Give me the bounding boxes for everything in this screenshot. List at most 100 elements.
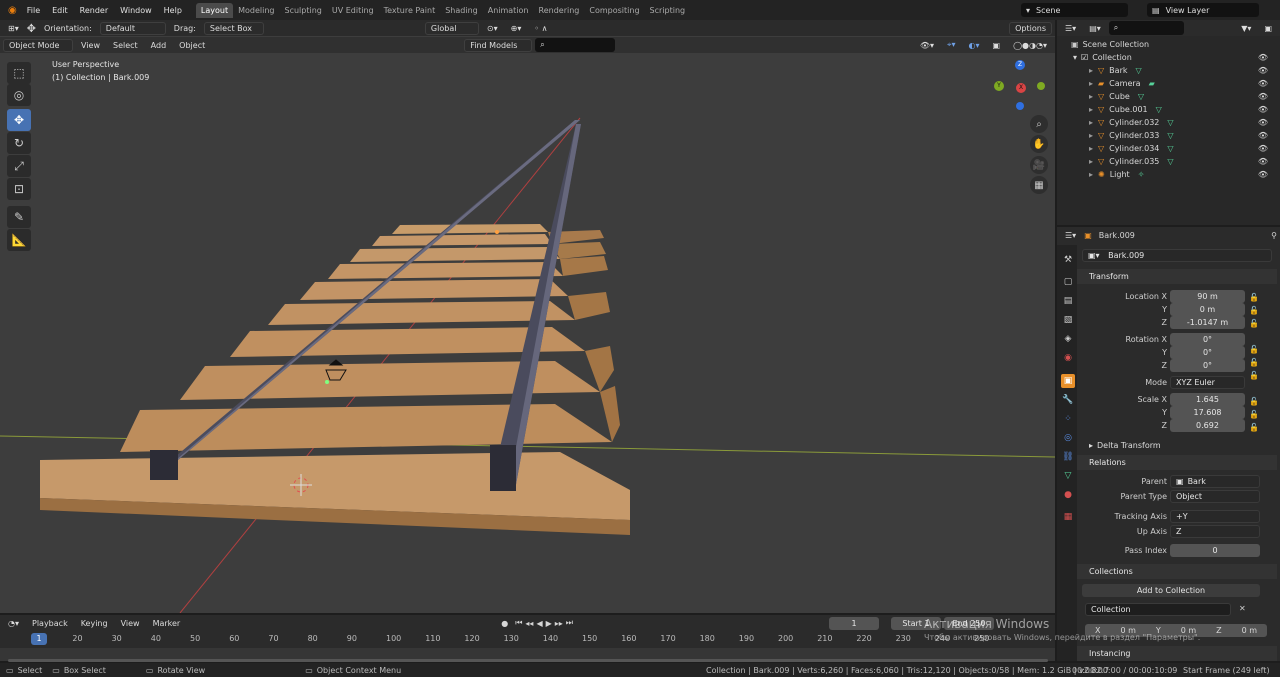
collection-checkbox[interactable]: ☑: [1081, 53, 1088, 62]
relations-section-header[interactable]: Relations: [1077, 455, 1277, 470]
eye-icon[interactable]: 👁: [1258, 157, 1268, 166]
frame-ruler[interactable]: 1102030405060708090100110120130140150160…: [0, 632, 1055, 646]
lock-icons[interactable]: 🔓 🔓 🔓 🔓 🔓 🔓 🔓 🔓 🔓: [1249, 291, 1259, 434]
eye-icon[interactable]: 👁: [1258, 144, 1268, 153]
eye-icon[interactable]: 👁: [1258, 170, 1268, 179]
up-axis-dropdown[interactable]: Z: [1170, 525, 1260, 538]
eye-icon[interactable]: 👁: [1258, 79, 1268, 88]
tool-annotate-icon[interactable]: ✎: [7, 206, 31, 228]
camera-view-icon[interactable]: 🎥: [1030, 156, 1048, 174]
texture-tab-icon[interactable]: ▦: [1061, 510, 1075, 524]
tool-rotate-icon[interactable]: ↻: [7, 132, 31, 154]
current-frame-field[interactable]: 1: [828, 616, 879, 630]
menu-timeline-view[interactable]: View: [116, 618, 145, 629]
location-z-field[interactable]: -1.0147 m: [1170, 316, 1245, 329]
particles-tab-icon[interactable]: ⁘: [1061, 412, 1075, 426]
gizmo-y[interactable]: Y: [994, 81, 1004, 91]
play-reverse-icon[interactable]: ◀: [536, 619, 542, 628]
data-tab-icon[interactable]: ▽: [1061, 469, 1075, 483]
gizmo-neg-z[interactable]: [1016, 102, 1024, 110]
rotation-x-field[interactable]: 0°: [1170, 333, 1245, 346]
pass-index-field[interactable]: 0: [1170, 544, 1260, 557]
menu-help[interactable]: Help: [158, 6, 188, 15]
tab-modeling[interactable]: Modeling: [233, 3, 279, 18]
scale-x-field[interactable]: 1.645: [1170, 393, 1245, 406]
eye-icon[interactable]: 👁: [1258, 66, 1268, 75]
new-collection-icon[interactable]: ▣: [1259, 23, 1277, 34]
tool-cursor-icon[interactable]: ◎: [7, 84, 31, 106]
outliner-item[interactable]: ▸ ▽ Cylinder.032 ▽ 👁: [1057, 116, 1280, 129]
outliner-item[interactable]: ▸ ✺ Light ✧ 👁: [1057, 168, 1280, 181]
zoom-icon[interactable]: ⌕: [1030, 115, 1048, 133]
outliner-scene-collection[interactable]: ▣ Scene Collection: [1057, 38, 1280, 51]
physics-tab-icon[interactable]: ◎: [1061, 431, 1075, 445]
parent-field[interactable]: ▣ Bark: [1170, 475, 1260, 488]
gizmo-neg-y[interactable]: [1037, 82, 1045, 90]
tab-texture-paint[interactable]: Texture Paint: [379, 3, 441, 18]
location-y-field[interactable]: 0 m: [1170, 303, 1245, 316]
jump-start-icon[interactable]: ⏮: [515, 618, 522, 628]
location-x-field[interactable]: 90 m: [1170, 290, 1245, 303]
tool-scale-icon[interactable]: ⤢: [7, 155, 31, 177]
instancing-section-header[interactable]: Instancing: [1077, 646, 1277, 661]
tool-select-box-icon[interactable]: ⬚: [7, 62, 31, 84]
tab-rendering[interactable]: Rendering: [534, 3, 585, 18]
scale-y-field[interactable]: 17.608: [1170, 406, 1245, 419]
transform-section-header[interactable]: Transform: [1077, 269, 1277, 284]
rotation-y-field[interactable]: 0°: [1170, 346, 1245, 359]
delta-transform-subpanel[interactable]: ▸ Delta Transform: [1089, 441, 1161, 450]
display-mode-icon[interactable]: ▤▾: [1084, 23, 1106, 34]
menu-edit[interactable]: Edit: [46, 6, 74, 15]
object-tab-icon[interactable]: ▣: [1061, 374, 1075, 388]
gizmo-z[interactable]: Z: [1015, 60, 1025, 70]
tab-layout[interactable]: Layout: [195, 2, 234, 18]
timeline-scrollbar[interactable]: [8, 659, 1048, 662]
scene-selector[interactable]: ▾ Scene: [1021, 3, 1128, 17]
record-icon[interactable]: ●: [501, 619, 508, 628]
prev-key-icon[interactable]: ◂◂: [525, 619, 533, 628]
tool-measure-icon[interactable]: 📐: [7, 229, 31, 251]
view-layer-tab-icon[interactable]: ▧: [1061, 313, 1075, 327]
blender-logo-icon[interactable]: ◉: [4, 5, 21, 16]
play-icon[interactable]: ▶: [546, 619, 552, 628]
tab-animation[interactable]: Animation: [483, 3, 534, 18]
outliner-collection[interactable]: ▾ ☑ Collection 👁: [1057, 51, 1280, 64]
tab-sculpting[interactable]: Sculpting: [280, 3, 327, 18]
outliner-search[interactable]: ⌕: [1108, 21, 1184, 35]
eye-icon[interactable]: 👁: [1258, 92, 1268, 101]
eye-icon[interactable]: 👁: [1258, 131, 1268, 140]
menu-render[interactable]: Render: [74, 6, 114, 15]
menu-keying[interactable]: Keying: [76, 618, 113, 629]
tool-tab-icon[interactable]: ⚒: [1061, 253, 1075, 267]
eye-icon[interactable]: 👁: [1258, 105, 1268, 114]
playhead[interactable]: 1: [31, 633, 47, 645]
scene-tab-icon[interactable]: ◈: [1061, 332, 1075, 346]
tab-uv-editing[interactable]: UV Editing: [327, 3, 379, 18]
render-tab-icon[interactable]: ▢: [1061, 275, 1075, 289]
properties-editor-icon[interactable]: ☰▾: [1060, 230, 1081, 241]
outliner-item[interactable]: ▸ ▽ Cylinder.033 ▽ 👁: [1057, 129, 1280, 142]
object-name-field[interactable]: ▣▾ Bark.009: [1082, 249, 1272, 262]
eye-icon[interactable]: 👁: [1258, 53, 1268, 62]
filter-icon[interactable]: ▼▾: [1236, 23, 1256, 34]
tracking-axis-dropdown[interactable]: +Y: [1170, 510, 1260, 523]
outliner-item[interactable]: ▸ ▽ Cylinder.035 ▽ 👁: [1057, 155, 1280, 168]
outliner-item[interactable]: ▸ ▽ Cube.001 ▽ 👁: [1057, 103, 1280, 116]
outliner-item[interactable]: ▸ ▽ Cube ▽ 👁: [1057, 90, 1280, 103]
tab-compositing[interactable]: Compositing: [584, 3, 644, 18]
tab-shading[interactable]: Shading: [440, 3, 483, 18]
pan-hand-icon[interactable]: ✋: [1030, 135, 1048, 153]
collection-name-field[interactable]: Collection: [1085, 603, 1231, 616]
scale-z-field[interactable]: 0.692: [1170, 419, 1245, 432]
next-key-icon[interactable]: ▸▸: [555, 619, 563, 628]
collections-section-header[interactable]: Collections: [1077, 564, 1277, 579]
outliner-item[interactable]: ▸ ▽ Cylinder.034 ▽ 👁: [1057, 142, 1280, 155]
modifier-tab-icon[interactable]: 🔧: [1061, 393, 1075, 407]
constraints-tab-icon[interactable]: ⛓: [1061, 450, 1075, 464]
jump-end-icon[interactable]: ⏭: [566, 618, 573, 628]
menu-window[interactable]: Window: [114, 6, 158, 15]
gizmo-x[interactable]: X: [1016, 83, 1026, 93]
outliner-item[interactable]: ▸ ▽ Bark ▽ 👁: [1057, 64, 1280, 77]
pin-icon[interactable]: ⚲: [1271, 231, 1277, 240]
output-tab-icon[interactable]: ▤: [1061, 294, 1075, 308]
